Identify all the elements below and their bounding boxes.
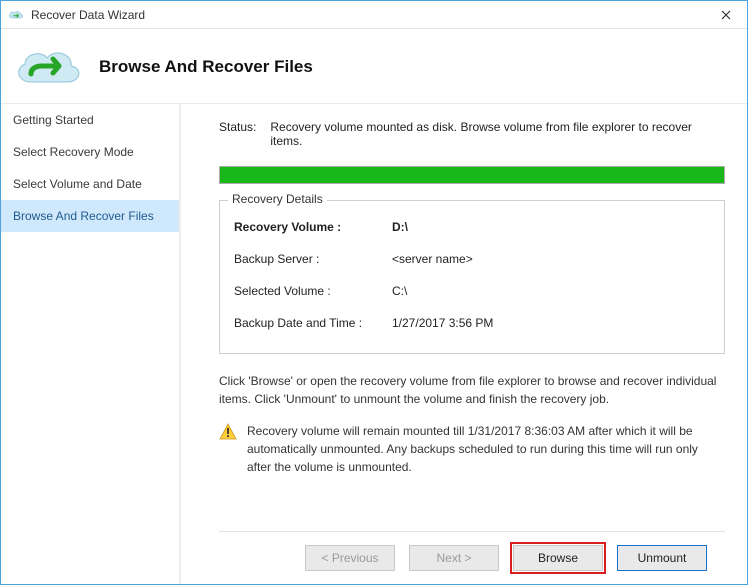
button-bar: < Previous Next > Browse Unmount (219, 531, 725, 584)
detail-key: Backup Date and Time : (234, 316, 374, 330)
window-title: Recover Data Wizard (31, 8, 711, 22)
page-title: Browse And Recover Files (99, 57, 313, 77)
cloud-logo-icon (11, 44, 81, 90)
detail-key: Recovery Volume : (234, 220, 374, 234)
browse-button[interactable]: Browse (513, 545, 603, 571)
status-row: Status: Recovery volume mounted as disk.… (219, 120, 725, 148)
detail-key: Selected Volume : (234, 284, 374, 298)
instructions-text: Click 'Browse' or open the recovery volu… (219, 372, 725, 408)
sidebar-item-select-recovery-mode[interactable]: Select Recovery Mode (1, 136, 179, 168)
titlebar: Recover Data Wizard (1, 1, 747, 29)
detail-value: <server name> (392, 252, 473, 266)
unmount-button[interactable]: Unmount (617, 545, 707, 571)
detail-backup-datetime: Backup Date and Time : 1/27/2017 3:56 PM (234, 307, 710, 339)
warning-text: Recovery volume will remain mounted till… (247, 422, 725, 476)
detail-value: 1/27/2017 3:56 PM (392, 316, 493, 330)
detail-key: Backup Server : (234, 252, 374, 266)
wizard-steps-sidebar: Getting Started Select Recovery Mode Sel… (1, 104, 181, 584)
close-button[interactable] (711, 4, 741, 26)
recovery-details-legend: Recovery Details (228, 192, 327, 206)
main-panel: Status: Recovery volume mounted as disk.… (181, 104, 747, 584)
detail-recovery-volume: Recovery Volume : D:\ (234, 211, 710, 243)
detail-backup-server: Backup Server : <server name> (234, 243, 710, 275)
sidebar-item-getting-started[interactable]: Getting Started (1, 104, 179, 136)
recovery-details-group: Recovery Details Recovery Volume : D:\ B… (219, 200, 725, 354)
detail-selected-volume: Selected Volume : C:\ (234, 275, 710, 307)
next-button[interactable]: Next > (409, 545, 499, 571)
previous-button[interactable]: < Previous (305, 545, 395, 571)
sidebar-item-select-volume-date[interactable]: Select Volume and Date (1, 168, 179, 200)
cloud-icon (7, 8, 25, 22)
status-text: Recovery volume mounted as disk. Browse … (270, 120, 725, 148)
warning-row: Recovery volume will remain mounted till… (219, 422, 725, 476)
wizard-header: Browse And Recover Files (1, 29, 747, 103)
detail-value: D:\ (392, 220, 408, 234)
status-label: Status: (219, 120, 256, 148)
progress-bar (219, 166, 725, 184)
detail-value: C:\ (392, 284, 407, 298)
sidebar-item-browse-recover-files[interactable]: Browse And Recover Files (1, 200, 179, 232)
warning-icon (219, 423, 237, 441)
